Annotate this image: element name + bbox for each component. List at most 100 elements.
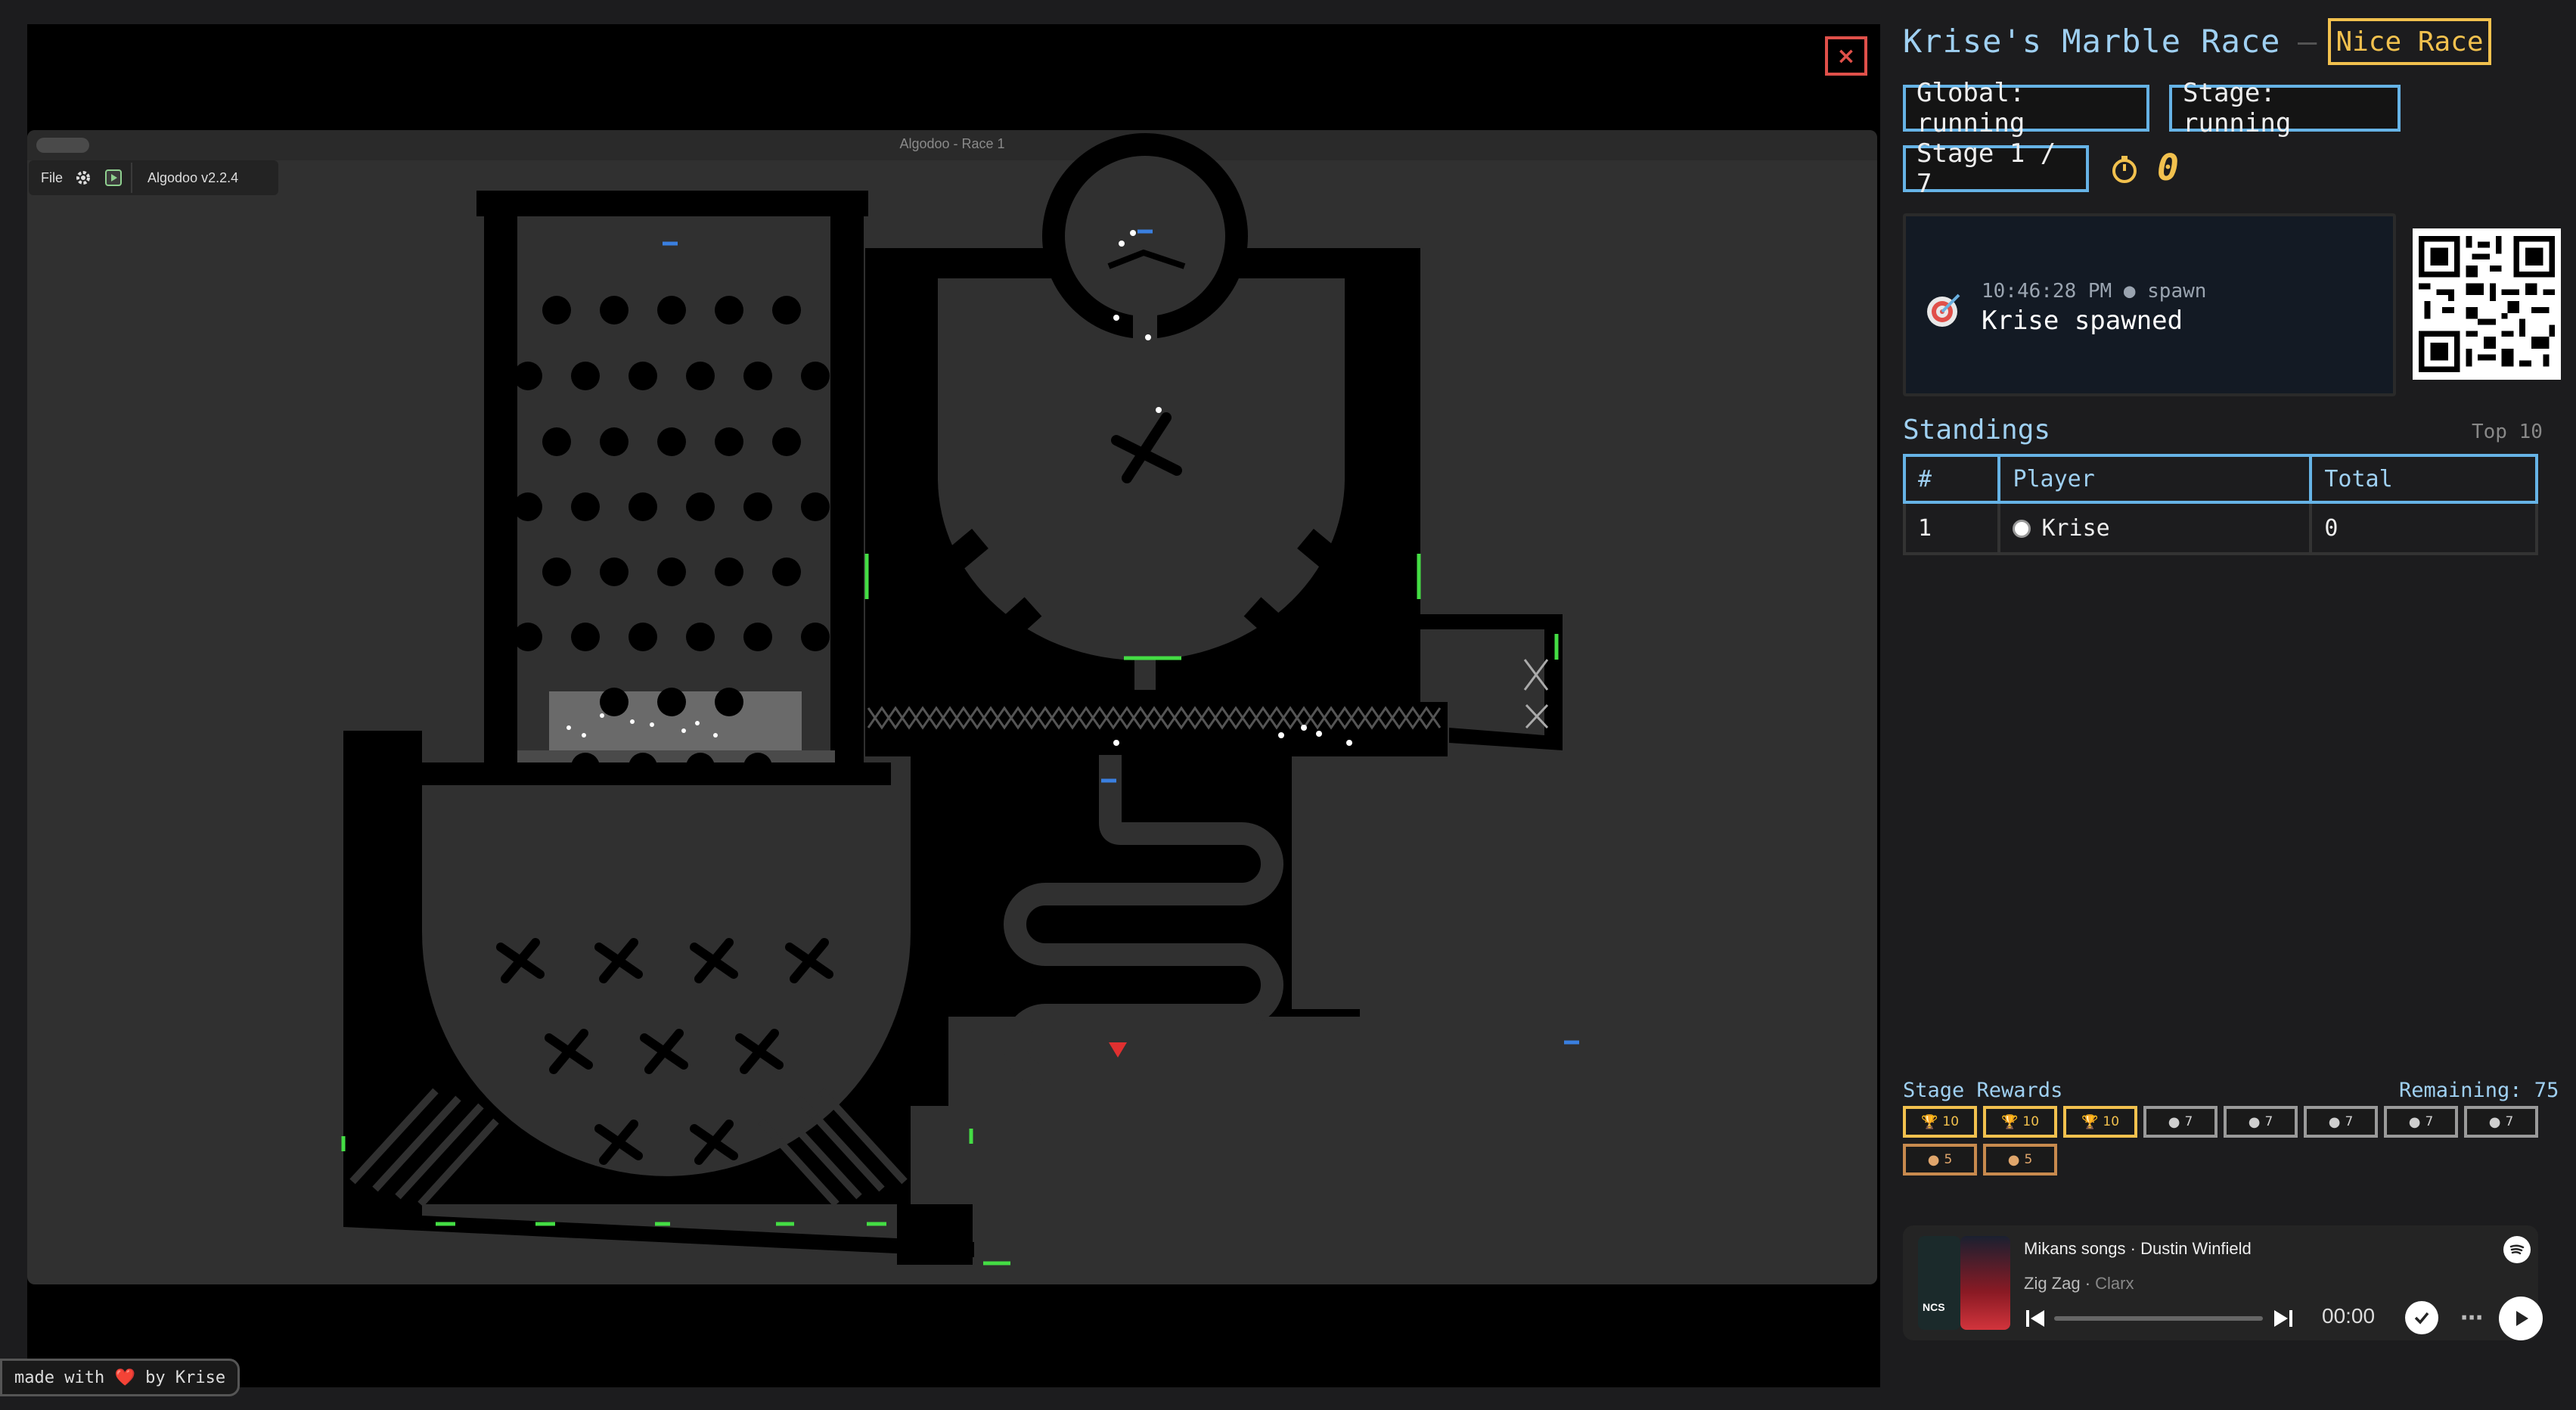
reward-tile-silver: ● 7 (2464, 1106, 2538, 1138)
global-status: Global: running (1903, 78, 2149, 138)
reward-points: 7 (2264, 1114, 2273, 1129)
reward-tile-gold: 🏆 10 (1903, 1106, 1977, 1138)
reward-tile-silver: ● 7 (2224, 1106, 2298, 1138)
red-drop (1109, 1042, 1127, 1058)
tower-wall-left (484, 191, 517, 766)
credit-prefix: made with (14, 1368, 105, 1387)
player-playlist: Mikans songs · Dustin Winfield (2024, 1239, 2252, 1258)
reward-tile-silver: ● 7 (2384, 1106, 2458, 1138)
previous-track-icon[interactable] (2022, 1306, 2048, 1331)
close-button[interactable]: × (1825, 36, 1867, 76)
event-meta: 10:46:28 PM ● spawn (1982, 280, 2207, 303)
progress-bar[interactable] (2054, 1316, 2263, 1321)
reward-tile-silver: ● 7 (2304, 1106, 2378, 1138)
ncs-logo: NCS (1923, 1301, 1945, 1313)
track-artist[interactable]: Clarx (2095, 1274, 2134, 1293)
marble-dot-icon (2013, 520, 2031, 538)
reward-points: 5 (2024, 1152, 2033, 1167)
reward-points: 10 (2103, 1114, 2120, 1129)
column-header-player: Player (1997, 454, 2313, 504)
standings-table: # Player Total 1 Krise 0 (1902, 454, 2538, 555)
reward-points: 7 (2505, 1114, 2514, 1129)
arena-stem (1134, 599, 1156, 690)
file-menu[interactable]: File (41, 170, 63, 186)
timer-value: 0 (2157, 147, 2179, 189)
playlist-name[interactable]: Mikans songs (2024, 1239, 2126, 1258)
medal-icon: ● (2248, 1113, 2261, 1130)
reward-points: 5 (1944, 1152, 1953, 1167)
algodoo-toolbar: File Algodoo v2.2.4 (29, 160, 278, 195)
row-player: Krise (2041, 514, 2110, 542)
gate-dark-bar (517, 750, 835, 762)
player-time: 00:00 (2322, 1304, 2376, 1328)
event-time: 10:46:28 PM (1982, 280, 2112, 303)
table-row: 1 Krise 0 (1902, 501, 2538, 555)
trophy-icon: 🏆 (1920, 1113, 1938, 1130)
bowl-ramp (343, 1212, 974, 1257)
reward-points: 7 (2425, 1114, 2434, 1129)
credit-tag: made with ❤️ by Krise (0, 1359, 241, 1396)
event-type: spawn (2147, 280, 2207, 303)
playlist-owner[interactable]: Dustin Winfield (2140, 1239, 2252, 1258)
reward-points: 7 (2184, 1114, 2193, 1129)
event-card: 10:46:28 PM ● spawn Krise spawned (1903, 213, 2396, 396)
column-header-total: Total (2309, 454, 2538, 504)
standings-title: Standings (1903, 415, 2051, 446)
medal-icon: ● (1927, 1151, 1940, 1168)
album-art-track (1960, 1236, 2010, 1330)
next-track-icon[interactable] (2270, 1306, 2296, 1331)
medal-icon: ● (2007, 1151, 2020, 1168)
side-chute-net (1523, 659, 1549, 729)
medal-icon: ● (2328, 1113, 2341, 1130)
race-badge: Nice Race (2328, 18, 2491, 65)
trophy-icon: 🏆 (2000, 1113, 2019, 1130)
credit-suffix: by Krise (145, 1368, 226, 1387)
trophy-icon: 🏆 (2081, 1113, 2099, 1130)
standings-scope: Top 10 (2472, 421, 2543, 443)
algodoo-version: Algodoo v2.2.4 (147, 169, 239, 185)
gear-icon[interactable] (73, 168, 93, 188)
heart-icon: ❤️ (114, 1368, 135, 1387)
reward-tile-silver: ● 7 (2143, 1106, 2218, 1138)
reward-points: 10 (1942, 1114, 1960, 1129)
standings-header-row: # Player Total (1902, 454, 2538, 504)
row-rank: 1 (1902, 501, 2001, 555)
medal-icon: ● (2168, 1113, 2180, 1130)
track-name[interactable]: Zig Zag (2024, 1274, 2081, 1293)
reward-tile-gold: 🏆 10 (1983, 1106, 2057, 1138)
more-options-icon[interactable]: ⋯ (2457, 1303, 2487, 1333)
toolbar-divider (131, 163, 133, 193)
race-track-scene[interactable] (27, 130, 1877, 1284)
race-title: Krise's Marble Race (1903, 23, 2281, 60)
medal-icon: ● (2408, 1113, 2421, 1130)
reward-tile-bronze: ● 5 (1903, 1144, 1977, 1176)
tower-cap (476, 191, 868, 216)
play-button[interactable] (2499, 1297, 2543, 1340)
reward-tile-gold: 🏆 10 (2063, 1106, 2137, 1138)
rewards-label: Stage Rewards (1903, 1079, 2063, 1102)
play-icon[interactable] (104, 168, 123, 188)
player-track: Zig Zag · Clarx (2024, 1274, 2134, 1293)
reward-tile-bronze: ● 5 (1983, 1144, 2057, 1176)
row-player-cell: Krise (1997, 501, 2313, 555)
algodoo-window: Algodoo - Race 1 File Algodoo v2.2.4 (27, 130, 1877, 1284)
column-header-rank: # (1902, 454, 2001, 504)
loop-gap (1133, 304, 1157, 349)
album-art-ncs: NCS (1918, 1236, 1960, 1330)
reward-points: 10 (2022, 1114, 2040, 1129)
loop-inner (1065, 156, 1225, 316)
reward-points: 7 (2345, 1114, 2354, 1129)
stage-progress: Stage 1 / 7 (1903, 138, 2089, 199)
zigzag-block (911, 755, 1360, 1106)
music-player: NCS Mikans songs · Dustin Winfield Zig Z… (1903, 1225, 2543, 1340)
title-separator: – (2298, 23, 2317, 60)
event-message: Krise spawned (1982, 306, 2183, 336)
qr-code[interactable] (2413, 228, 2561, 380)
stopwatch-icon (2109, 153, 2140, 185)
tower-wall-right (830, 191, 864, 766)
rewards-remaining: Remaining: 75 (2399, 1079, 2559, 1102)
bowl-step (897, 1204, 973, 1265)
saved-check-icon[interactable] (2405, 1301, 2438, 1334)
row-total: 0 (2309, 501, 2538, 555)
spotify-icon[interactable] (2503, 1236, 2531, 1263)
